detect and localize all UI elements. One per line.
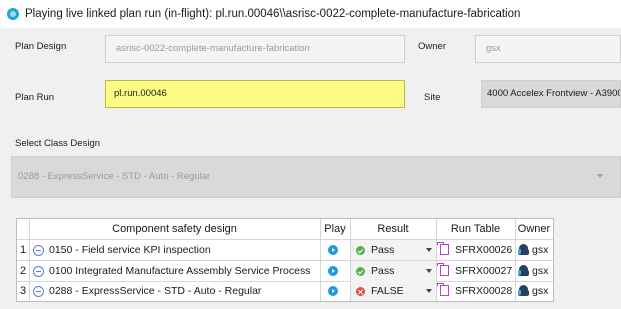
run-table-link[interactable]: SFRX00027 (455, 261, 512, 281)
row-number: 2 (19, 265, 27, 277)
component-collapse-icon[interactable] (33, 265, 44, 277)
play-icon[interactable] (328, 286, 338, 296)
class-design-value: 0288 - ExpressService - STD - Auto - Reg… (18, 171, 211, 182)
header-owner[interactable]: Owner (515, 219, 553, 239)
component-cell[interactable]: 0150 - Field service KPI inspection (29, 240, 320, 260)
owner-field: gsx (475, 35, 621, 63)
header-component[interactable]: Component safety design (29, 219, 320, 239)
table-document-icon (437, 263, 449, 276)
run-table-cell[interactable]: SFRX00027 (436, 261, 515, 281)
check-circle-icon (356, 267, 365, 276)
owner-cell: gsx (516, 281, 553, 301)
title-bar: Playing live linked plan run (in-flight)… (0, 0, 621, 28)
table-row[interactable]: 3 0288 - ExpressService - STD - Auto - R… (17, 281, 553, 301)
plan-run-field[interactable]: pl.run.00046 (105, 80, 405, 108)
owner-cell: gsx (516, 261, 553, 281)
user-headset-icon (518, 265, 529, 276)
result-value: Pass (371, 265, 395, 277)
class-design-select[interactable]: 0288 - ExpressService - STD - Auto - Reg… (11, 156, 621, 198)
row-number: 3 (19, 285, 27, 297)
component-name: 0288 - ExpressService - STD - Auto - Reg… (49, 285, 262, 298)
grid-header-row: Component safety design Play Result Run … (17, 219, 553, 239)
user-headset-icon (518, 285, 529, 296)
plan-design-field: asrisc-0022-complete-manufacture-fabrica… (105, 35, 405, 63)
result-value: Pass (371, 244, 395, 256)
table-row[interactable]: 1 0150 - Field service KPI inspection Pa… (17, 240, 553, 260)
site-field[interactable]: 4000 Accelex Frontview - A39000 (481, 80, 621, 108)
header-run-table[interactable]: Run Table (436, 219, 515, 239)
owner-name: gsx (532, 244, 549, 256)
component-grid: Component safety design Play Result Run … (16, 218, 554, 302)
plan-run-label: Plan Run (15, 92, 55, 103)
component-collapse-icon[interactable] (33, 285, 44, 297)
play-cell[interactable] (320, 261, 350, 281)
row-number: 1 (19, 244, 27, 256)
play-icon[interactable] (328, 245, 338, 255)
play-icon[interactable] (328, 266, 338, 276)
run-table-cell[interactable]: SFRX00028 (436, 281, 515, 301)
run-table-link[interactable]: SFRX00028 (455, 281, 512, 301)
table-row[interactable]: 2 0100 Integrated Manufacture Assembly S… (17, 261, 553, 281)
owner-label: Owner (418, 41, 446, 52)
component-cell[interactable]: 0100 Integrated Manufacture Assembly Ser… (29, 261, 320, 281)
user-headset-icon (518, 244, 529, 255)
chevron-down-icon[interactable] (426, 289, 432, 293)
x-circle-icon (356, 287, 365, 296)
table-document-icon (437, 242, 449, 255)
chevron-down-icon[interactable] (426, 248, 432, 252)
window-title: Playing live linked plan run (in-flight)… (25, 8, 521, 20)
component-name: 0150 - Field service KPI inspection (49, 244, 211, 257)
run-table-cell[interactable]: SFRX00026 (436, 240, 515, 260)
header-play[interactable]: Play (320, 219, 350, 239)
result-value: FALSE (371, 285, 404, 297)
check-circle-icon (356, 246, 365, 255)
owner-name: gsx (532, 265, 549, 277)
play-cell[interactable] (320, 281, 350, 301)
header-result[interactable]: Result (350, 219, 436, 239)
owner-cell: gsx (516, 240, 553, 260)
site-label: Site (424, 92, 441, 103)
table-document-icon (437, 283, 449, 296)
component-cell[interactable]: 0288 - ExpressService - STD - Auto - Reg… (29, 281, 320, 301)
app-logo-icon (7, 8, 19, 20)
component-collapse-icon[interactable] (33, 244, 44, 256)
plan-run-panel: Plan Design asrisc-0022-complete-manufac… (0, 28, 621, 309)
component-name: 0100 Integrated Manufacture Assembly Ser… (49, 265, 311, 278)
play-cell[interactable] (320, 240, 350, 260)
result-dropdown[interactable]: Pass (351, 240, 436, 260)
chevron-down-icon[interactable] (597, 174, 603, 178)
owner-name: gsx (532, 285, 549, 297)
class-design-label: Select Class Design (15, 138, 101, 149)
plan-design-label: Plan Design (15, 41, 67, 52)
chevron-down-icon[interactable] (426, 269, 432, 273)
result-dropdown[interactable]: Pass (351, 261, 436, 281)
result-dropdown[interactable]: FALSE (351, 281, 436, 301)
run-table-link[interactable]: SFRX00026 (455, 240, 512, 260)
